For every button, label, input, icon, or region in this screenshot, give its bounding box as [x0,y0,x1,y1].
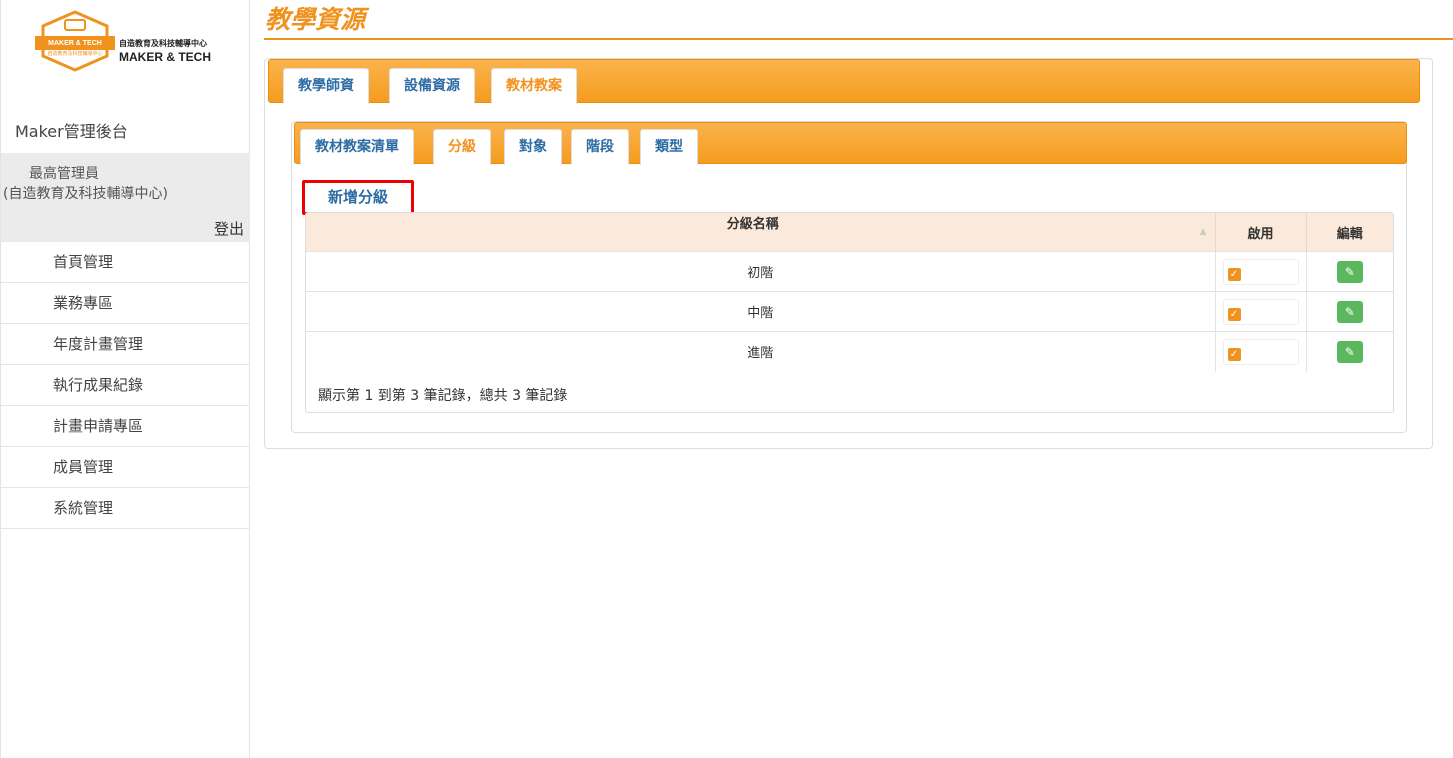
tab-audience[interactable]: 對象 [504,129,562,165]
enabled-cell: ✓ [1215,291,1307,332]
level-table: 分級名稱 ▲ 啟用 編輯 初階 ✓ ✎ 中階 ✓ ✎ 進階 ✓ ✎ 顯示第 1 … [305,212,1394,413]
tab-type[interactable]: 類型 [640,129,698,165]
tab-materials[interactable]: 教材教案 [491,68,577,104]
outer-panel: 教學師資 設備資源 教材教案 教材教案清單 分級 對象 階段 類型 新增分級 分… [264,58,1433,449]
tab-teachers[interactable]: 教學師資 [283,68,369,104]
sidebar-item-home[interactable]: 首頁管理 [1,242,250,283]
inner-tabbar: 教材教案清單 分級 對象 階段 類型 [294,122,1407,165]
checkmark-icon[interactable]: ✓ [1227,267,1241,281]
inner-panel: 教材教案清單 分級 對象 階段 類型 新增分級 分級名稱 ▲ 啟用 編輯 初階 … [291,121,1407,433]
user-box: 最高管理員 (自造教育及科技輔導中心) 登出 [1,153,250,242]
user-org: (自造教育及科技輔導中心) [3,186,168,202]
pencil-icon[interactable]: ✎ [1336,260,1363,283]
enabled-cell: ✓ [1215,251,1307,292]
edit-cell: ✎ [1306,251,1393,292]
logo-line2: MAKER & TECH [119,50,211,64]
level-name-cell: 初階 [306,251,1216,292]
checkmark-icon[interactable]: ✓ [1227,347,1241,361]
table-row: 進階 ✓ ✎ [306,331,1393,372]
table-record-count: 顯示第 1 到第 3 筆記錄，總共 3 筆記錄 [318,388,568,404]
level-name-cell: 進階 [306,331,1216,372]
user-name: 最高管理員 [29,166,99,182]
sidebar-menu: 首頁管理 業務專區 年度計畫管理 執行成果紀錄 計畫申請專區 成員管理 系統管理 [1,242,250,529]
sidebar-item-system[interactable]: 系統管理 [1,488,250,529]
edit-cell: ✎ [1306,291,1393,332]
logout-link[interactable]: 登出 [214,218,244,239]
logo-badge-subtext: 自造教育及科技輔導中心 [47,50,102,57]
column-header-enabled: 啟用 [1215,213,1307,252]
table-row: 中階 ✓ ✎ [306,291,1393,332]
enabled-cell: ✓ [1215,331,1307,372]
sidebar-item-members[interactable]: 成員管理 [1,447,250,488]
sidebar: MAKER & TECH 自造教育及科技輔導中心 自造教育及科技輔導中心 MAK… [0,0,250,758]
sidebar-item-business[interactable]: 業務專區 [1,283,250,324]
pencil-icon[interactable]: ✎ [1336,340,1363,363]
pencil-icon[interactable]: ✎ [1336,300,1363,323]
logo[interactable]: MAKER & TECH 自造教育及科技輔導中心 自造教育及科技輔導中心 MAK… [35,10,245,76]
tab-level[interactable]: 分級 [433,129,491,165]
checkmark-icon[interactable]: ✓ [1227,307,1241,321]
sidebar-item-results[interactable]: 執行成果紀錄 [1,365,250,406]
sidebar-item-annual-plan[interactable]: 年度計畫管理 [1,324,250,365]
logo-badge-text: MAKER & TECH [48,40,102,47]
sidebar-title: Maker管理後台 [15,122,128,141]
table-row: 初階 ✓ ✎ [306,251,1393,292]
outer-tabbar: 教學師資 設備資源 教材教案 [268,59,1420,104]
column-header-edit: 編輯 [1306,213,1393,252]
logo-line1: 自造教育及科技輔導中心 [119,39,207,48]
column-header-name-label: 分級名稱 [726,217,779,232]
add-level-button[interactable]: 新增分級 [302,180,414,215]
title-divider [264,38,1453,40]
page-title: 教學資源 [265,5,366,34]
tab-stage[interactable]: 階段 [571,129,629,165]
sort-icon[interactable]: ▲ [1200,213,1207,251]
level-name-cell: 中階 [306,291,1216,332]
column-header-name[interactable]: 分級名稱 ▲ [306,213,1216,252]
logo-badge-icon: MAKER & TECH 自造教育及科技輔導中心 [35,10,115,72]
edit-cell: ✎ [1306,331,1393,372]
tab-material-list[interactable]: 教材教案清單 [300,129,414,165]
sidebar-item-application[interactable]: 計畫申請專區 [1,406,250,447]
tab-equipment[interactable]: 設備資源 [389,68,475,104]
